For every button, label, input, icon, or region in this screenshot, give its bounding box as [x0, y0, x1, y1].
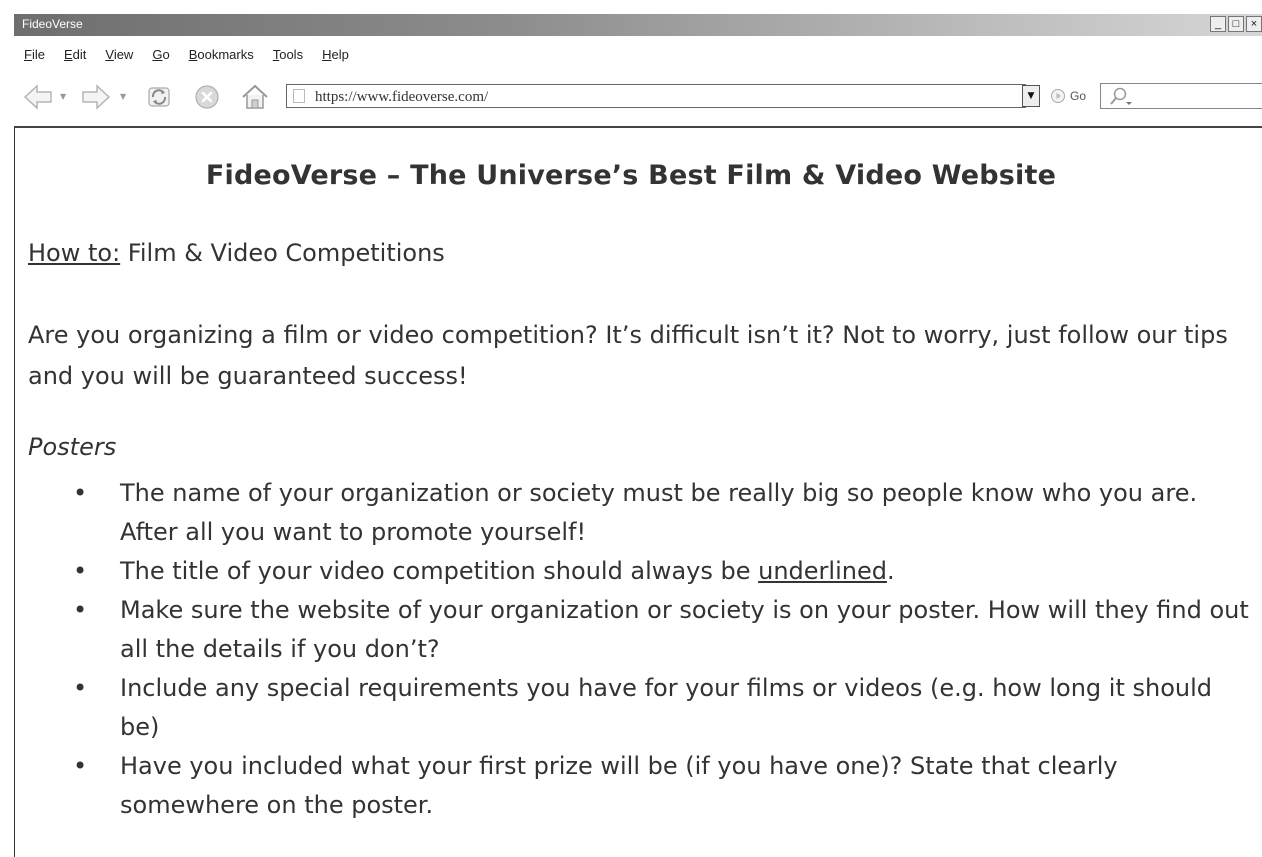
intro-paragraph: Are you organizing a film or video compe…: [28, 321, 1228, 390]
list-item: • Have you included what your first priz…: [70, 747, 1255, 825]
address-url: https://www.fideoverse.com/: [315, 89, 489, 105]
list-item: • The name of your organization or socie…: [70, 474, 1255, 552]
howto-text: Film & Video Competitions: [120, 239, 445, 267]
search-box[interactable]: [1100, 83, 1262, 109]
menu-go-mnemonic: G: [152, 46, 163, 62]
back-arrow-icon: [23, 84, 52, 110]
menu-tools-label: ools: [279, 46, 304, 62]
stop-button[interactable]: [190, 81, 224, 113]
forward-button[interactable]: [80, 81, 112, 113]
bullet-icon: •: [73, 752, 88, 780]
bullet-icon: •: [73, 674, 88, 702]
menu-file-label: ile: [31, 46, 45, 62]
go-icon[interactable]: [1050, 88, 1066, 104]
home-icon: [242, 84, 268, 109]
forward-arrow-icon: [82, 84, 111, 110]
menu-go[interactable]: Go: [152, 47, 169, 62]
menu-file[interactable]: File: [24, 47, 45, 62]
minimize-button[interactable]: _: [1210, 16, 1226, 32]
navigation-toolbar: ▼ ▼ https://www.fideoverse.com/ ▼ Go: [14, 72, 1262, 122]
menu-edit-mnemonic: E: [63, 46, 73, 62]
back-button[interactable]: [22, 81, 54, 113]
refresh-icon: [148, 87, 170, 107]
menu-view[interactable]: View: [105, 47, 133, 62]
tip-text-start: The title of your video competition shou…: [120, 557, 759, 585]
stop-icon: [195, 85, 219, 109]
menu-help[interactable]: Help: [322, 47, 349, 62]
window-controls: _ □ ×: [1208, 16, 1262, 34]
address-bar[interactable]: https://www.fideoverse.com/: [286, 84, 1026, 108]
menu-view-label: iew: [113, 46, 134, 62]
refresh-button[interactable]: [142, 81, 176, 113]
home-button[interactable]: [238, 81, 272, 113]
bullet-icon: •: [73, 557, 88, 585]
back-dropdown-icon[interactable]: ▼: [60, 92, 66, 101]
menu-edit[interactable]: Edit: [64, 47, 86, 62]
menu-bookmarks-label: ookmarks: [197, 46, 254, 62]
tip-text-end: .: [886, 557, 895, 585]
window-title: FideoVerse: [22, 17, 83, 31]
menu-view-mnemonic: V: [105, 46, 114, 62]
menu-help-label: elp: [331, 46, 349, 62]
tip-text: Have you included what your first prize …: [120, 752, 1118, 819]
browser-window: FideoVerse _ □ × File Edit View Go Bookm…: [0, 0, 1262, 857]
menu-go-label: o: [162, 46, 170, 62]
tip-text: The name of your organization or society…: [120, 479, 1198, 546]
bullet-icon: •: [73, 596, 88, 624]
tips-list: • The name of your organization or socie…: [70, 474, 1255, 825]
address-dropdown-button[interactable]: ▼: [1022, 85, 1040, 107]
howto-label: How to:: [28, 239, 121, 267]
list-item: • Make sure the website of your organiza…: [70, 591, 1255, 669]
forward-dropdown-icon[interactable]: ▼: [120, 92, 126, 101]
close-button[interactable]: ×: [1246, 16, 1262, 32]
tip-text: Include any special requirements you hav…: [120, 674, 1213, 741]
menu-bookmarks[interactable]: Bookmarks: [189, 47, 254, 62]
menu-bar: File Edit View Go Bookmarks Tools Help: [14, 40, 1262, 68]
section-title-posters: Posters: [28, 433, 117, 461]
page-icon: [293, 89, 305, 103]
bullet-icon: •: [73, 479, 88, 507]
go-button[interactable]: Go: [1070, 89, 1086, 103]
menu-tools[interactable]: Tools: [273, 47, 303, 62]
list-item: • The title of your video competition sh…: [70, 552, 1255, 591]
list-item: • Include any special requirements you h…: [70, 669, 1255, 747]
title-bar: FideoVerse _ □ ×: [14, 14, 1262, 36]
tip-underlined-word: underlined: [758, 557, 887, 585]
howto-heading: How to: Film & Video Competitions: [28, 239, 445, 267]
menu-file-mnemonic: F: [24, 46, 32, 62]
maximize-button[interactable]: □: [1228, 16, 1244, 32]
menu-edit-label: dit: [72, 46, 87, 62]
site-title: FideoVerse – The Universe’s Best Film & …: [205, 160, 1057, 191]
tip-text: Make sure the website of your organizati…: [120, 596, 1249, 663]
search-icon[interactable]: [1107, 86, 1135, 108]
